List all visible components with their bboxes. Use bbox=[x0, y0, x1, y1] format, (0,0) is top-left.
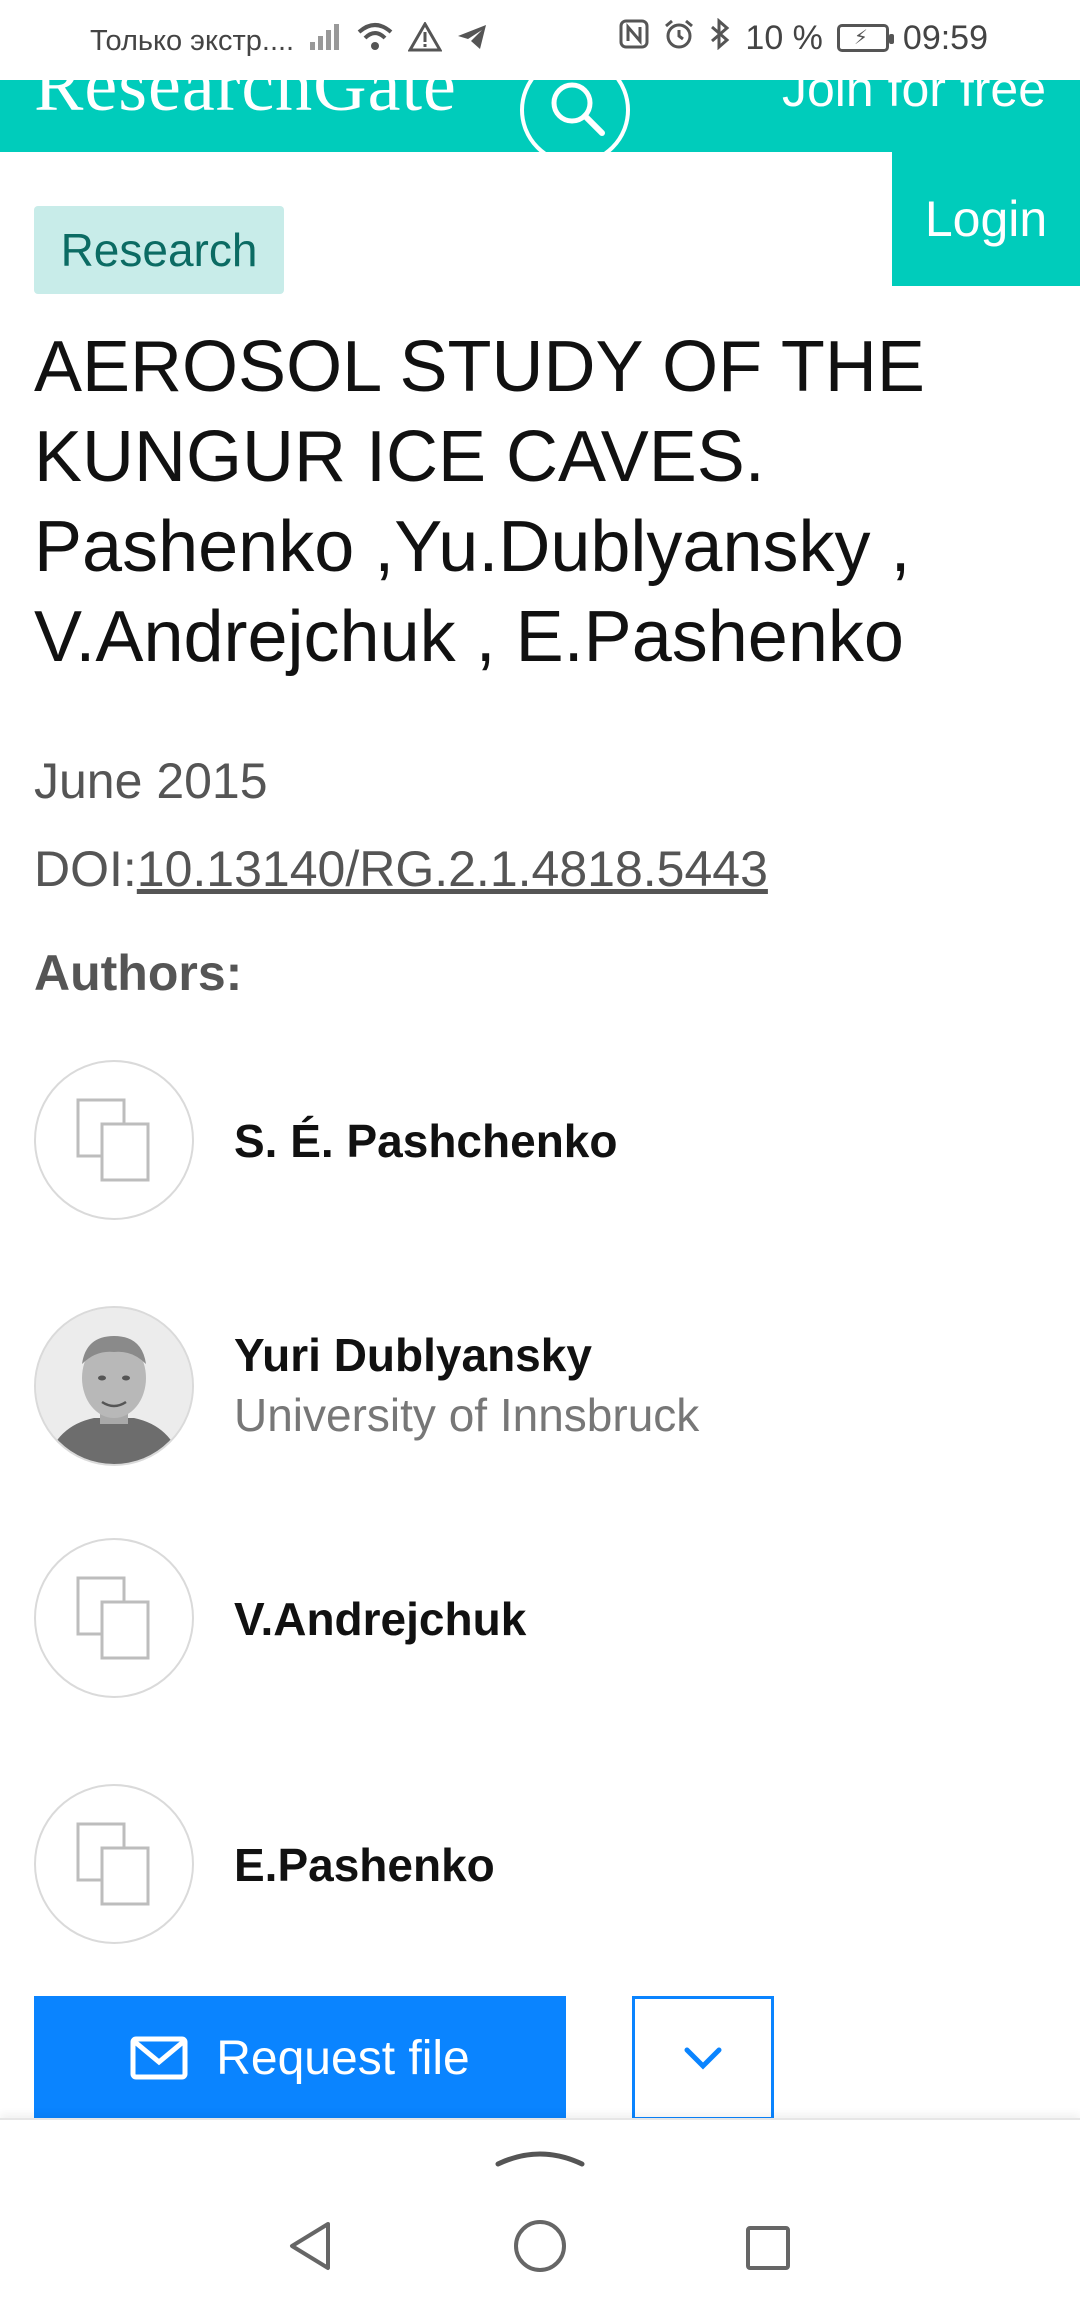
search-button[interactable] bbox=[520, 80, 630, 152]
doi-link[interactable]: 10.13140/RG.2.1.4818.5443 bbox=[137, 841, 768, 897]
doi-label: DOI: bbox=[34, 841, 137, 897]
author-name[interactable]: Yuri Dublyansky bbox=[234, 1328, 592, 1382]
carrier-label: Только экстр.... bbox=[90, 24, 295, 57]
chevron-down-icon bbox=[684, 2047, 722, 2070]
author-affiliation: University of Innsbruck bbox=[234, 1389, 700, 1441]
battery-percent: 10 % bbox=[745, 18, 823, 57]
author-name[interactable]: V.Andrejchuk bbox=[234, 1592, 526, 1646]
search-icon bbox=[551, 82, 605, 136]
author-item[interactable]: Yuri Dublyansky University of Innsbruck bbox=[34, 1306, 1034, 1468]
join-for-free-link[interactable]: Join for free bbox=[782, 80, 1046, 118]
clock: 09:59 bbox=[902, 18, 988, 57]
mail-icon bbox=[130, 2036, 188, 2080]
wifi-icon bbox=[356, 22, 394, 60]
site-header: ResearchGate Join for free bbox=[0, 80, 1080, 152]
research-badge: Research bbox=[34, 206, 284, 294]
author-name[interactable]: E.Pashenko bbox=[234, 1838, 495, 1892]
nfc-icon bbox=[619, 19, 649, 57]
swipe-up-handle-icon[interactable] bbox=[494, 2142, 586, 2170]
authors-heading: Authors: bbox=[34, 945, 243, 1001]
avatar-placeholder-icon bbox=[34, 1060, 194, 1220]
researchgate-logo[interactable]: ResearchGate bbox=[34, 80, 457, 129]
login-button[interactable]: Login bbox=[892, 152, 1080, 286]
recent-apps-icon[interactable] bbox=[744, 2224, 792, 2272]
warning-icon bbox=[407, 20, 443, 60]
back-icon[interactable] bbox=[284, 2218, 336, 2274]
publication-date: June 2015 bbox=[34, 753, 268, 809]
status-left: Только экстр.... bbox=[90, 20, 488, 60]
request-file-label: Request file bbox=[216, 2031, 470, 2085]
status-bar: Только экстр.... 10 % ⚡ 09:59 bbox=[0, 0, 1080, 80]
author-item[interactable]: E.Pashenko bbox=[34, 1784, 1034, 1946]
signal-icon bbox=[308, 22, 342, 60]
avatar-placeholder-icon bbox=[34, 1538, 194, 1698]
bluetooth-icon bbox=[709, 17, 731, 58]
battery-icon: ⚡ bbox=[836, 24, 894, 52]
avatar-placeholder-icon bbox=[34, 1784, 194, 1944]
alarm-icon bbox=[663, 18, 695, 58]
system-navigation-bar bbox=[0, 2118, 1080, 2314]
doi-line: DOI:10.13140/RG.2.1.4818.5443 bbox=[34, 840, 768, 898]
page-title: AEROSOL STUDY OF THE KUNGUR ICE CAVES. P… bbox=[34, 327, 925, 677]
status-right: 10 % ⚡ 09:59 bbox=[619, 17, 988, 58]
more-options-button[interactable] bbox=[632, 1996, 774, 2120]
avatar bbox=[34, 1306, 194, 1466]
author-item[interactable]: V.Andrejchuk bbox=[34, 1538, 1034, 1700]
home-icon[interactable] bbox=[512, 2218, 568, 2274]
telegram-icon bbox=[456, 23, 488, 59]
author-name[interactable]: S. É. Pashchenko bbox=[234, 1114, 617, 1168]
author-item[interactable]: S. É. Pashchenko bbox=[34, 1060, 1034, 1222]
request-file-button[interactable]: Request file bbox=[34, 1996, 566, 2120]
